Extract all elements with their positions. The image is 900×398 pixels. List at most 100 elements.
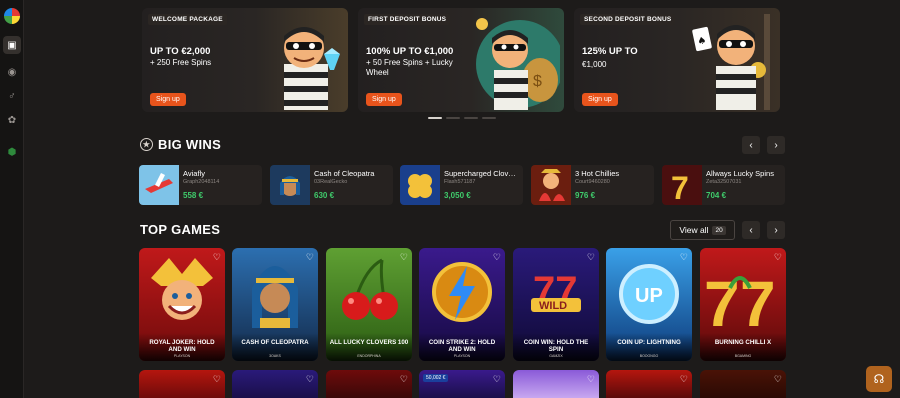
big-wins-title: BIG WINS	[158, 137, 222, 152]
sidebar-item-live[interactable]: ◉	[3, 63, 21, 81]
banner-first-deposit[interactable]: FIRST DEPOSIT BONUS 100% UP TO €1,000 + …	[358, 8, 564, 112]
win-game-name: Aviafly	[183, 169, 205, 178]
favorite-heart-icon[interactable]: ♡	[400, 252, 408, 263]
robber-with-diamond-art	[284, 27, 340, 110]
banner-welcome[interactable]: WELCOME PACKAGE UP TO €2,000 + 250 Free …	[142, 8, 348, 112]
favorite-heart-icon[interactable]: ♡	[306, 374, 314, 385]
chevron-left-icon: ‹	[749, 224, 753, 236]
win-amount: 704 €	[706, 191, 727, 200]
signup-button[interactable]: Sign up	[582, 93, 618, 106]
sidebar-item-promotions[interactable]: ✿	[3, 111, 21, 129]
sidebar-item-security[interactable]: ⬢	[3, 143, 21, 161]
big-win-card[interactable]: Aviafly Graph2048114 558 €	[139, 165, 262, 205]
cleopatra-thumbnail	[270, 165, 310, 205]
game-card[interactable]: ♡	[513, 370, 599, 398]
game-name: ALL LUCKY CLOVERS 100	[329, 339, 409, 346]
logo[interactable]	[4, 8, 20, 24]
banner-tag: SECOND DEPOSIT BONUS	[580, 14, 676, 25]
chevron-right-icon: ›	[774, 139, 778, 151]
big-wins-prev-button[interactable]: ‹	[742, 136, 760, 154]
sidebar-item-tickets[interactable]: ▣	[3, 36, 21, 54]
big-win-card[interactable]: 7 Allways Lucky Spins Zeta32507031 704 €	[662, 165, 785, 205]
game-card[interactable]: ♡	[139, 370, 225, 398]
game-card[interactable]: ♡ COIN STRIKE 2: HOLD AND WIN PLAYSON	[419, 248, 505, 361]
favorite-heart-icon[interactable]: ♡	[493, 374, 501, 385]
game-card[interactable]: ♡	[232, 370, 318, 398]
game-card[interactable]: ♡ ALL LUCKY CLOVERS 100 ENDORPHINA	[326, 248, 412, 361]
win-amount: 558 €	[183, 191, 204, 200]
chillies-thumbnail	[531, 165, 571, 205]
game-card[interactable]: ♡	[326, 370, 412, 398]
favorite-heart-icon[interactable]: ♡	[774, 252, 782, 263]
svg-text:UP: UP	[635, 285, 663, 307]
sidebar-item-sports[interactable]: ♂	[3, 87, 21, 105]
chevron-left-icon: ‹	[749, 139, 753, 151]
favorite-heart-icon[interactable]: ♡	[213, 252, 221, 263]
game-name: COIN STRIKE 2: HOLD AND WIN	[428, 339, 496, 353]
favorite-heart-icon[interactable]: ♡	[587, 374, 595, 385]
favorite-heart-icon[interactable]: ♡	[400, 374, 408, 385]
lucky-seven-thumbnail: 7	[662, 165, 702, 205]
svg-text:WILD: WILD	[539, 300, 567, 312]
big-win-card[interactable]: 3 Hot Chillies Court9460280 976 €	[531, 165, 654, 205]
shield-icon: ⬢	[7, 146, 17, 158]
game-card[interactable]: 77 WILD ♡ COIN WIN: HOLD THE SPIN GAMZIX	[513, 248, 599, 361]
signup-button[interactable]: Sign up	[150, 93, 186, 106]
favorite-heart-icon[interactable]: ♡	[493, 252, 501, 263]
carousel-dot[interactable]	[428, 117, 442, 119]
win-username: Graph2048114	[183, 179, 220, 185]
headset-icon: ☊	[873, 372, 885, 386]
game-card[interactable]: 7 7 ♡ BURNING CHILLI X BGAMING	[700, 248, 786, 361]
jackpot-badge: 50,002 €	[423, 374, 449, 382]
top-games-title: TOP GAMES	[140, 222, 221, 237]
game-card[interactable]: 50,002 € ♡	[419, 370, 505, 398]
banner-title: UP TO €2,000	[150, 46, 211, 57]
favorite-heart-icon[interactable]: ♡	[587, 252, 595, 263]
game-name: COIN UP: LIGHTNING	[617, 339, 681, 346]
win-amount: 976 €	[575, 191, 596, 200]
signup-button[interactable]: Sign up	[366, 93, 402, 106]
favorite-heart-icon[interactable]: ♡	[213, 374, 221, 385]
clover-thumbnail	[400, 165, 440, 205]
win-game-name: Allways Lucky Spins	[706, 169, 774, 178]
ticket-icon: ▣	[7, 39, 17, 51]
favorite-heart-icon[interactable]: ♡	[680, 374, 688, 385]
view-all-button[interactable]: View all 20	[670, 220, 735, 240]
top-games-next-button[interactable]: ›	[767, 221, 785, 239]
win-username: 03RealGecko	[314, 179, 348, 185]
game-card[interactable]: ♡ CASH OF CLEOPATRA 3OAKS	[232, 248, 318, 361]
banner-tag: WELCOME PACKAGE	[148, 14, 227, 25]
game-card[interactable]: UP ♡ COIN UP: LIGHTNING BOOONGO	[606, 248, 692, 361]
game-card[interactable]: ♡ ROYAL JOKER: HOLD AND WIN PLAYSON	[139, 248, 225, 361]
big-win-card[interactable]: Cash of Cleopatra 03RealGecko 630 €	[270, 165, 393, 205]
game-provider: GAMZIX	[549, 354, 563, 358]
top-games-prev-button[interactable]: ‹	[742, 221, 760, 239]
big-win-card[interactable]: Supercharged Clov… Flash571187 3,050 €	[400, 165, 523, 205]
favorite-heart-icon[interactable]: ♡	[774, 374, 782, 385]
carousel-dot[interactable]	[482, 117, 496, 119]
game-name: ROYAL JOKER: HOLD AND WIN	[149, 339, 215, 353]
win-username: Flash571187	[444, 179, 476, 185]
games-count-badge: 20	[712, 225, 726, 235]
favorite-heart-icon[interactable]: ♡	[680, 252, 688, 263]
win-game-name: 3 Hot Chillies	[575, 169, 620, 178]
banner-tag: FIRST DEPOSIT BONUS	[364, 14, 451, 25]
win-game-name: Supercharged Clov…	[444, 169, 516, 178]
win-amount: 630 €	[314, 191, 335, 200]
game-name: COIN WIN: HOLD THE SPIN	[523, 339, 589, 353]
robber-with-money-bag-art: $	[476, 18, 560, 110]
banner-subtitle: €1,000	[582, 60, 607, 69]
banner-subtitle: + 50 Free Spins + Lucky Wheel	[366, 58, 453, 77]
game-provider: BOOONGO	[639, 354, 659, 358]
big-wins-next-button[interactable]: ›	[767, 136, 785, 154]
game-card[interactable]: ♡	[700, 370, 786, 398]
sidebar: ▣ ◉ ♂ ✿ ⬢	[0, 0, 24, 398]
carousel-dot[interactable]	[464, 117, 478, 119]
favorite-heart-icon[interactable]: ♡	[306, 252, 314, 263]
game-provider: PLAYSON	[453, 354, 471, 358]
banner-second-deposit[interactable]: SECOND DEPOSIT BONUS 125% UP TO €1,000 S…	[574, 8, 780, 112]
game-card[interactable]: ♡	[606, 370, 692, 398]
star-icon: ★	[140, 138, 153, 151]
carousel-dot[interactable]	[446, 117, 460, 119]
support-chat-button[interactable]: ☊	[866, 366, 892, 392]
